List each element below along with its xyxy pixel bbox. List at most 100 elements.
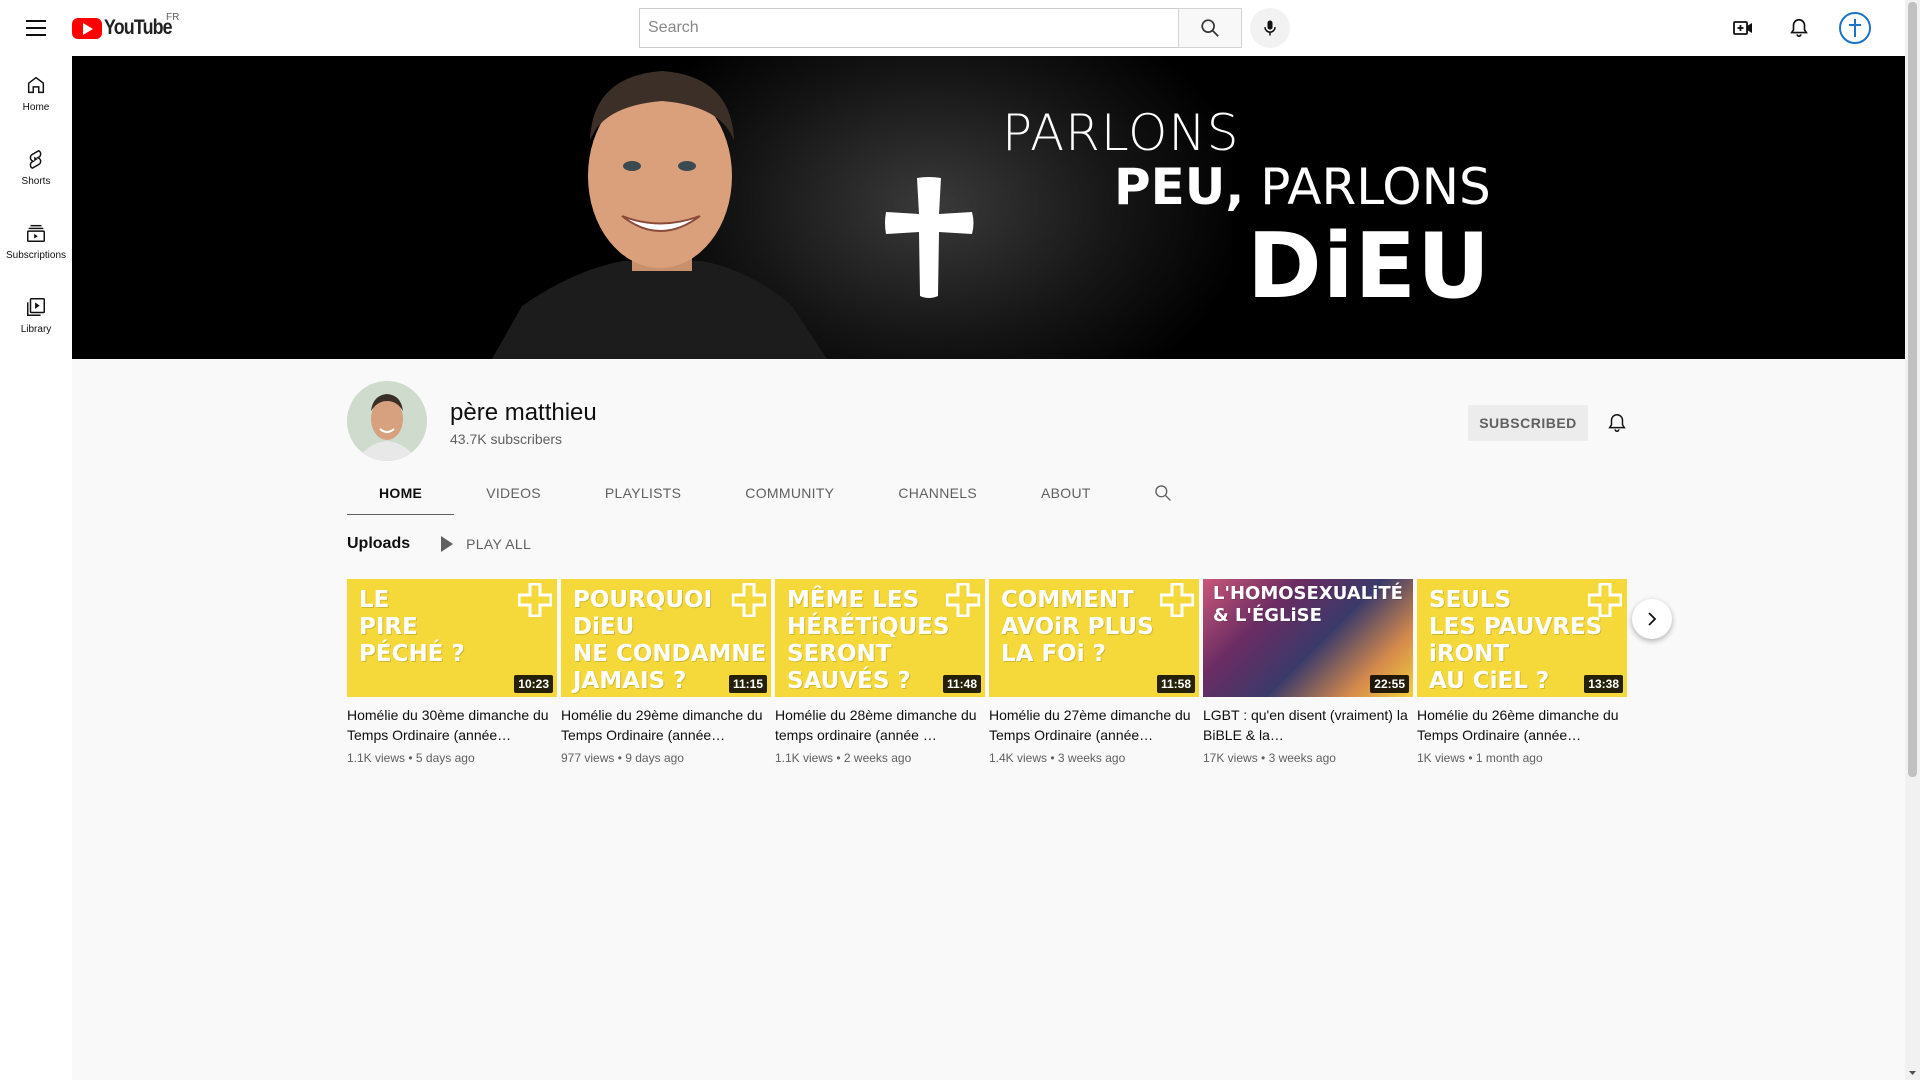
guide-item-subscriptions[interactable]: Subscriptions [0,204,72,278]
subscriptions-icon [27,224,45,242]
guide-item-label: Home [22,101,50,113]
video-thumbnail[interactable]: L'HOMOSEXUALiTÉ & L'ÉGLiSE 22:55 [1203,579,1413,697]
thumbnail-text: MÊME LES HÉRÉTiQUES SERONT SAUVÉS ? [787,587,949,695]
upload-age: 2 weeks ago [843,751,912,765]
meta-separator: • [614,751,626,765]
channel-banner: PARLONS PEU, PARLONS DiEU [72,56,1905,359]
video-thumbnail[interactable]: MÊME LES HÉRÉTiQUES SERONT SAUVÉS ? 11:48 [775,579,985,697]
masthead-actions [1723,8,1875,48]
thumbnail-text-line: HÉRÉTiQUES [787,614,950,640]
video-duration: 13:38 [1584,675,1623,693]
thumbnail-text: COMMENT AVOiR PLUS LA FOi ? [1001,587,1154,668]
video-thumbnail[interactable]: COMMENT AVOiR PLUS LA FOi ? 11:58 [989,579,1199,697]
shelf-title[interactable]: Uploads [347,535,410,553]
video-duration: 11:48 [942,675,981,693]
tab-channels[interactable]: CHANNELS [866,469,1009,517]
video-shelf: LE PIRE PÉCHÉ ? 10:23 Homélie du 30ème diman… [347,579,1627,765]
thumbnail-text-line: iRONT [1429,641,1510,667]
thumbnail-text-line: COMMENT [1001,587,1134,613]
upload-age: 3 weeks ago [1057,751,1126,765]
chevron-right-icon [1648,612,1657,626]
video-card[interactable]: SEULS LES PAUVRES iRONT AU CiEL ? 13:38 Homél… [1417,579,1627,765]
video-card[interactable]: LE PIRE PÉCHÉ ? 10:23 Homélie du 30ème diman… [347,579,557,765]
channel-avatar[interactable] [347,381,427,461]
guide-item-home[interactable]: Home [0,56,72,130]
video-title[interactable]: Homélie du 29ème dimanche du Temps Ordin… [561,705,771,745]
video-thumbnail[interactable]: LE PIRE PÉCHÉ ? 10:23 [347,579,557,697]
video-metadata: 1K views • 1 month ago [1417,751,1627,765]
guide-sidebar: Home Shorts Subscriptions Library [0,56,72,1080]
page-scrollbar[interactable] [1905,0,1920,1080]
thumbnail-text-line: MÊME LES [787,587,920,613]
shelf-next-button[interactable] [1632,599,1672,639]
thumbnail-text-line: LA FOi ? [1001,641,1106,667]
scroll-down-icon[interactable] [1908,1068,1917,1078]
play-all-label: PLAY ALL [466,536,532,552]
account-button[interactable] [1835,8,1875,48]
guide-item-label: Subscriptions [5,249,67,261]
video-title[interactable]: Homélie du 26ème dimanche du Temps Ordin… [1417,705,1627,745]
youtube-play-icon [72,17,102,39]
video-duration: 22:55 [1370,675,1409,693]
video-card[interactable]: L'HOMOSEXUALiTÉ & L'ÉGLiSE 22:55 LGBT : qu'… [1203,579,1413,765]
cross-icon [946,583,980,617]
video-card[interactable]: MÊME LES HÉRÉTiQUES SERONT SAUVÉS ? 11:48 Hom… [775,579,985,765]
meta-separator: • [1257,751,1269,765]
voice-search-button[interactable] [1250,8,1290,48]
thumbnail-text: LE PIRE PÉCHÉ ? [359,587,465,668]
video-thumbnail[interactable]: SEULS LES PAUVRES iRONT AU CiEL ? 13:38 [1417,579,1627,697]
guide-item-shorts[interactable]: Shorts [0,130,72,204]
guide-item-library[interactable]: Library [0,278,72,352]
meta-separator: • [1465,751,1476,765]
banner-line-3: DiEU [1247,214,1492,319]
menu-icon[interactable] [20,13,52,43]
notifications-button[interactable] [1779,8,1819,48]
thumbnail-text-line: LE [359,587,390,613]
channel-page: PARLONS PEU, PARLONS DiEU père matthieu … [72,56,1905,1080]
search-box [639,8,1290,48]
view-count: 1.4K views [989,751,1048,765]
video-card[interactable]: COMMENT AVOiR PLUS LA FOi ? 11:58 Homélie du… [989,579,1199,765]
upload-age: 9 days ago [625,751,684,765]
tab-community[interactable]: COMMUNITY [713,469,866,517]
video-add-icon [1733,21,1752,35]
search-icon [1154,485,1171,501]
bell-icon [1608,414,1626,432]
channel-avatar-image [347,381,427,461]
search-input[interactable] [639,8,1178,48]
masthead: YouTube FR [0,0,1905,56]
shelf-header: Uploads PLAY ALL [347,535,531,553]
play-all-button[interactable]: PLAY ALL [440,536,531,552]
banner-cross-icon [885,177,974,298]
video-card[interactable]: POURQUOI DiEU NE CONDAMNE JAMAIS ? 11:15 Homé… [561,579,771,765]
thumbnail-text-line: DiEU [573,614,635,640]
view-count: 977 views [561,751,615,765]
banner-line-1: PARLONS [1002,104,1240,162]
video-title[interactable]: Homélie du 27ème dimanche du Temps Ordin… [989,705,1199,745]
tab-about[interactable]: ABOUT [1009,469,1123,517]
guide-item-label: Shorts [21,175,51,187]
video-thumbnail[interactable]: POURQUOI DiEU NE CONDAMNE JAMAIS ? 11:15 [561,579,771,697]
cross-icon [1588,583,1622,617]
search-button[interactable] [1178,8,1242,48]
thumbnail-text: L'HOMOSEXUALiTÉ & L'ÉGLiSE [1213,583,1403,627]
create-button[interactable] [1723,8,1763,48]
scrollbar-thumb[interactable] [1908,2,1917,777]
channel-search-button[interactable] [1143,469,1183,517]
video-title[interactable]: LGBT : qu'en disent (vraiment) la BiBLE … [1203,705,1413,745]
tab-videos[interactable]: VIDEOS [454,469,573,517]
meta-separator: • [833,751,844,765]
library-icon [27,297,45,316]
logo-text: YouTube [104,16,173,39]
video-title[interactable]: Homélie du 30ème dimanche du Temps Ordin… [347,705,557,745]
tab-playlists[interactable]: PLAYLISTS [573,469,713,517]
cross-icon [518,583,552,617]
video-title[interactable]: Homélie du 28ème dimanche du temps ordin… [775,705,985,745]
channel-tabs: HOME VIDEOS PLAYLISTS COMMUNITY CHANNELS… [347,469,1183,517]
subscribe-button[interactable]: SUBSCRIBED [1468,405,1588,441]
tab-home[interactable]: HOME [347,469,455,517]
channel-content: Uploads PLAY ALL LE PIRE PÉCHÉ ? 10:23 Homél… [72,515,1905,1080]
banner-line-2: PEU, PARLONS [1114,158,1491,216]
notification-preference-button[interactable] [1599,405,1635,441]
video-duration: 11:15 [728,675,767,693]
